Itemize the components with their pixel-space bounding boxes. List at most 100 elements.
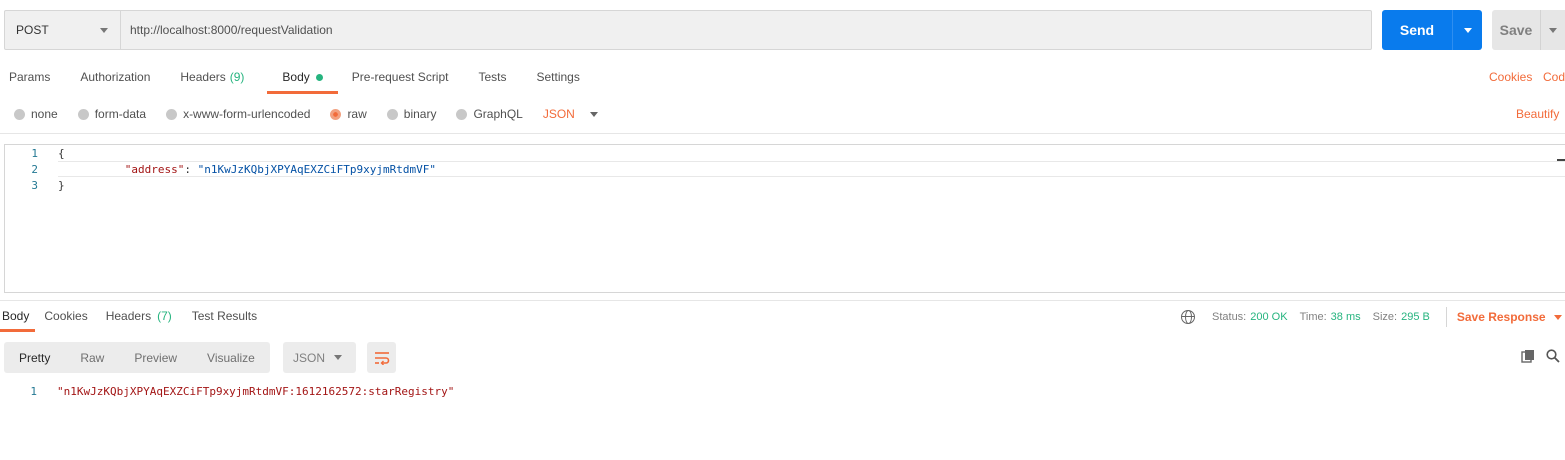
method-label: POST	[16, 23, 49, 37]
response-tab-body[interactable]: Body	[0, 302, 36, 332]
tab-label: Headers	[105, 309, 152, 323]
tab-headers[interactable]: Headers (9)	[171, 62, 253, 92]
chevron-down-icon	[1463, 27, 1472, 33]
divider	[0, 300, 1565, 301]
time-value[interactable]: 38 ms	[1331, 311, 1361, 323]
radio-x-www-form-urlencoded[interactable]: x-www-form-urlencoded	[166, 107, 310, 121]
headers-count: (7)	[157, 309, 172, 323]
search-icon[interactable]	[1546, 349, 1560, 363]
method-select[interactable]: POST	[5, 11, 121, 49]
radio-label: x-www-form-urlencoded	[183, 107, 311, 121]
tab-label: Params	[9, 70, 51, 84]
send-options-button[interactable]	[1453, 10, 1482, 50]
radio-circle-icon	[386, 108, 398, 120]
response-format-label: JSON	[293, 350, 326, 365]
radio-selected-icon	[330, 108, 342, 120]
chevron-down-icon	[100, 27, 108, 33]
url-input[interactable]: http://localhost:8000/requestValidation	[121, 11, 1371, 49]
status-value[interactable]: 200 OK	[1250, 311, 1287, 323]
code-link[interactable]: Code	[1543, 70, 1565, 84]
tab-label: Pre-request Script	[351, 70, 449, 84]
save-button[interactable]: Save	[1492, 10, 1565, 50]
editor-line: 2 "address": "n1KwJzKQbjXPYAqEXZCiFTp9xy…	[5, 161, 1565, 177]
beautify-link[interactable]: Beautify	[1516, 107, 1559, 121]
wrap-lines-button[interactable]	[367, 342, 396, 373]
tab-settings[interactable]: Settings	[528, 62, 589, 92]
editor-line: 3 }	[5, 177, 1565, 193]
json-value: "n1KwJzKQbjXPYAqEXZCiFTp9xyjmRtdmVF"	[197, 162, 437, 176]
response-tab-test-results[interactable]: Test Results	[183, 302, 266, 330]
tab-params[interactable]: Params	[0, 62, 59, 92]
save-response-label: Save Response	[1456, 310, 1546, 324]
view-label: Preview	[134, 350, 178, 365]
view-visualize-button[interactable]: Visualize	[192, 342, 270, 373]
response-tab-cookies[interactable]: Cookies	[35, 302, 96, 330]
divider	[1445, 307, 1447, 327]
view-raw-button[interactable]: Raw	[65, 342, 119, 373]
tab-label: Body	[2, 309, 30, 323]
time-label: Time:	[1299, 311, 1327, 323]
copy-icon[interactable]	[1521, 349, 1535, 363]
view-preview-button[interactable]: Preview	[119, 342, 192, 373]
cookies-link[interactable]: Cookies	[1489, 70, 1532, 84]
radio-label: GraphQL	[473, 107, 523, 121]
json-separator: :	[184, 162, 198, 176]
request-tabs: Params Authorization Headers (9) Body Pre…	[0, 62, 589, 94]
response-body-line[interactable]: 1 "n1KwJzKQbjXPYAqEXZCiFTp9xyjmRtdmVF:16…	[0, 383, 454, 399]
radio-label: raw	[347, 107, 367, 121]
view-label: Pretty	[19, 350, 51, 365]
response-status-bar: Status: 200 OK Time: 38 ms Size: 295 B S…	[1181, 307, 1562, 327]
tab-pre-request-script[interactable]: Pre-request Script	[343, 62, 458, 92]
view-pretty-button[interactable]: Pretty	[4, 342, 65, 373]
response-format-select[interactable]: JSON	[283, 342, 356, 373]
radio-graphql[interactable]: GraphQL	[456, 107, 523, 121]
status-label: Status:	[1212, 311, 1247, 323]
send-button[interactable]: Send	[1382, 10, 1482, 50]
send-label: Send	[1382, 10, 1453, 50]
tab-tests[interactable]: Tests	[469, 62, 515, 92]
size-value[interactable]: 295 B	[1401, 311, 1430, 323]
radio-label: form-data	[94, 107, 147, 121]
radio-circle-icon	[456, 108, 468, 120]
response-tabs: Body Cookies Headers (7) Test Results	[0, 302, 266, 332]
line-number: 1	[31, 146, 38, 160]
save-label: Save	[1492, 10, 1541, 50]
line-number: 2	[31, 162, 38, 176]
save-options-button[interactable]	[1541, 10, 1565, 50]
globe-icon[interactable]	[1181, 310, 1195, 324]
scrollbar-marker[interactable]	[1557, 159, 1565, 161]
radio-label: binary	[403, 107, 437, 121]
response-tab-headers[interactable]: Headers (7)	[97, 302, 181, 330]
request-body-editor[interactable]: 1 { 2 "address": "n1KwJzKQbjXPYAqEXZCiFT…	[4, 144, 1565, 293]
radio-raw[interactable]: raw	[330, 107, 367, 121]
response-body-text: "n1KwJzKQbjXPYAqEXZCiFTp9xyjmRtdmVF:1612…	[57, 384, 455, 398]
tab-label: Body	[282, 70, 310, 84]
tab-label: Cookies	[44, 309, 88, 323]
view-label: Raw	[80, 350, 105, 365]
chevron-down-icon	[589, 111, 598, 117]
radio-circle-icon	[166, 108, 178, 120]
wrap-lines-icon	[374, 351, 389, 365]
save-response-button[interactable]: Save Response	[1457, 310, 1562, 324]
chevron-down-icon	[1553, 314, 1562, 320]
headers-count: (9)	[229, 70, 245, 84]
divider	[0, 133, 1565, 134]
url-value: http://localhost:8000/requestValidation	[130, 23, 333, 37]
tab-body[interactable]: Body	[267, 62, 339, 94]
radio-label: none	[31, 107, 58, 121]
tab-label: Authorization	[80, 70, 151, 84]
tab-label: Headers	[180, 70, 226, 84]
code-text: }	[58, 178, 65, 192]
view-label: Visualize	[207, 350, 255, 365]
radio-binary[interactable]: binary	[386, 107, 437, 121]
json-key: "address"	[124, 162, 185, 176]
body-format-label: JSON	[542, 107, 575, 121]
line-number: 1	[30, 384, 37, 398]
response-view-modes: Pretty Raw Preview Visualize	[4, 342, 270, 373]
tab-authorization[interactable]: Authorization	[71, 62, 159, 92]
body-format-select[interactable]: JSON	[543, 107, 598, 121]
radio-none[interactable]: none	[14, 107, 58, 121]
chevron-down-icon	[334, 355, 342, 360]
radio-form-data[interactable]: form-data	[77, 107, 147, 121]
line-number: 3	[31, 178, 38, 192]
